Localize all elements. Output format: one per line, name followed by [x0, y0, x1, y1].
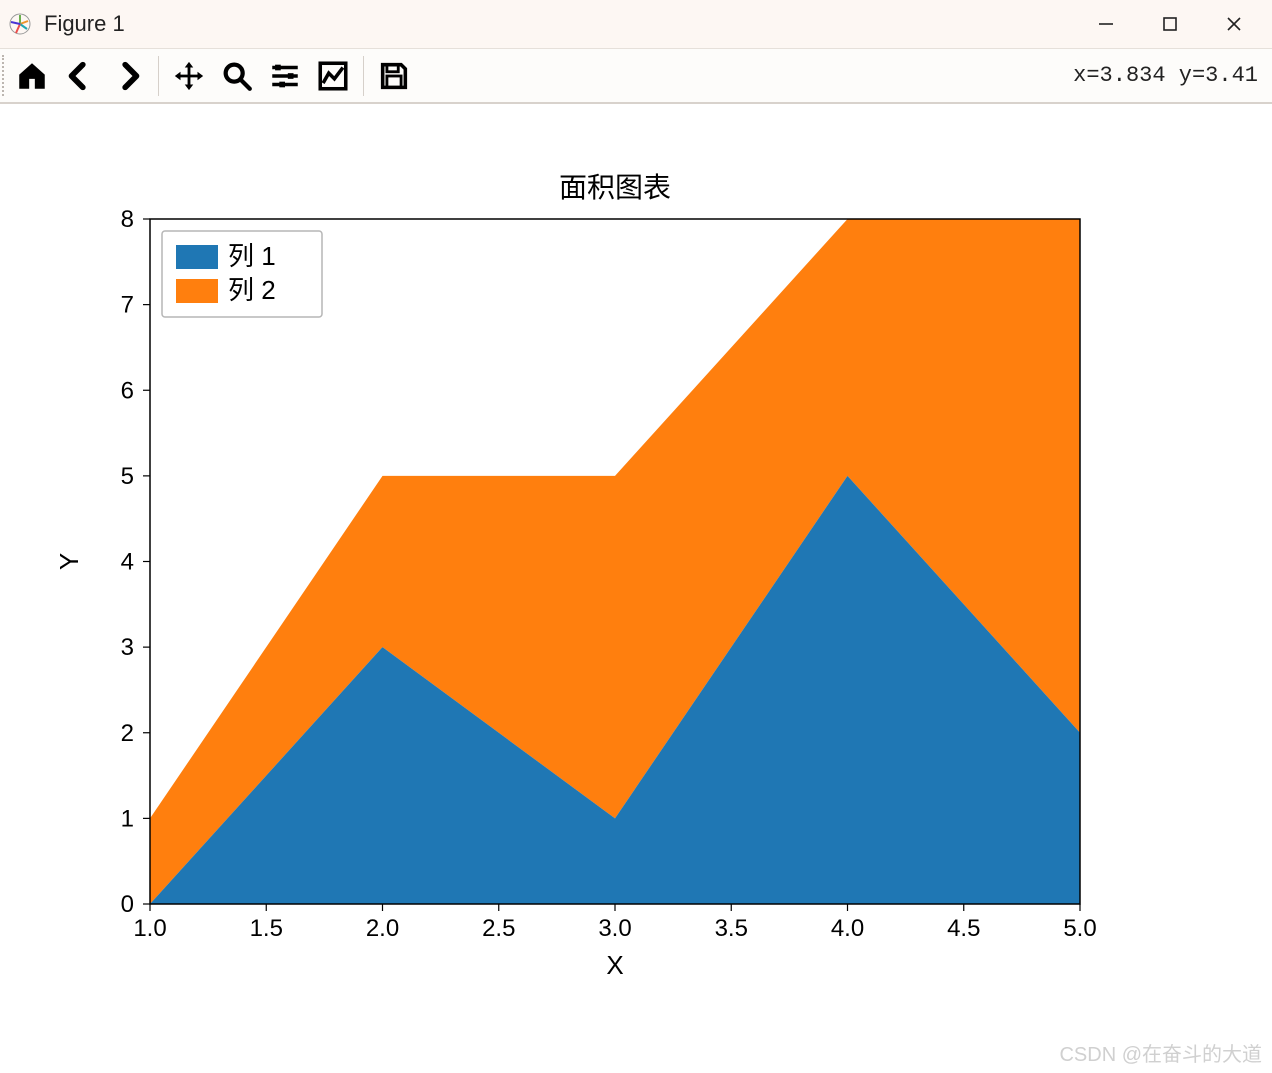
- matplotlib-toolbar: x=3.834 y=3.41: [0, 48, 1272, 104]
- minimize-button[interactable]: [1074, 0, 1138, 48]
- xtick-label: 3.5: [715, 915, 748, 942]
- chart-svg: 1.0 1.5 2.0 2.5 3.0 3.5 4.0 4.5 5.0 0 1 2 3 4 5 6 7 8 面积图表…: [0, 104, 1200, 1064]
- xtick-label: 2.0: [366, 915, 399, 942]
- legend-swatch-1: [176, 245, 218, 269]
- ytick-label: 8: [121, 206, 134, 233]
- window-titlebar: Figure 1: [0, 0, 1272, 48]
- x-axis-label: X: [606, 950, 623, 980]
- save-button[interactable]: [370, 52, 418, 100]
- back-button[interactable]: [56, 52, 104, 100]
- toolbar-separator: [363, 56, 364, 96]
- ytick-label: 2: [121, 720, 134, 747]
- ytick-label: 5: [121, 463, 134, 490]
- pan-button[interactable]: [165, 52, 213, 100]
- axes-button[interactable]: [309, 52, 357, 100]
- window-title: Figure 1: [44, 11, 125, 37]
- ytick-label: 3: [121, 634, 134, 661]
- xtick-label: 1.0: [133, 915, 166, 942]
- legend-swatch-2: [176, 279, 218, 303]
- zoom-button[interactable]: [213, 52, 261, 100]
- ytick-label: 1: [121, 805, 134, 832]
- xtick-label: 2.5: [482, 915, 515, 942]
- xtick-label: 4.5: [947, 915, 980, 942]
- watermark: CSDN @在奋斗的大道: [1059, 1038, 1262, 1067]
- ytick-label: 7: [121, 292, 134, 319]
- xtick-label: 1.5: [250, 915, 283, 942]
- xtick-label: 4.0: [831, 915, 864, 942]
- xtick-label: 3.0: [598, 915, 631, 942]
- app-icon: [6, 10, 34, 38]
- toolbar-separator: [158, 56, 159, 96]
- legend-label-2: 列 2: [228, 275, 276, 305]
- subplots-button[interactable]: [261, 52, 309, 100]
- ytick-label: 0: [121, 891, 134, 918]
- maximize-button[interactable]: [1138, 0, 1202, 48]
- coord-readout: x=3.834 y=3.41: [1073, 63, 1264, 88]
- home-button[interactable]: [8, 52, 56, 100]
- ytick-label: 6: [121, 377, 134, 404]
- ytick-label: 4: [121, 549, 134, 576]
- y-axis-label: Y: [54, 553, 84, 570]
- chart-title: 面积图表: [559, 172, 671, 203]
- legend-label-1: 列 1: [228, 241, 276, 271]
- plot-canvas[interactable]: 1.0 1.5 2.0 2.5 3.0 3.5 4.0 4.5 5.0 0 1 2 3 4 5 6 7 8 面积图表…: [0, 104, 1272, 1073]
- close-button[interactable]: [1202, 0, 1266, 48]
- forward-button[interactable]: [104, 52, 152, 100]
- xtick-label: 5.0: [1063, 915, 1096, 942]
